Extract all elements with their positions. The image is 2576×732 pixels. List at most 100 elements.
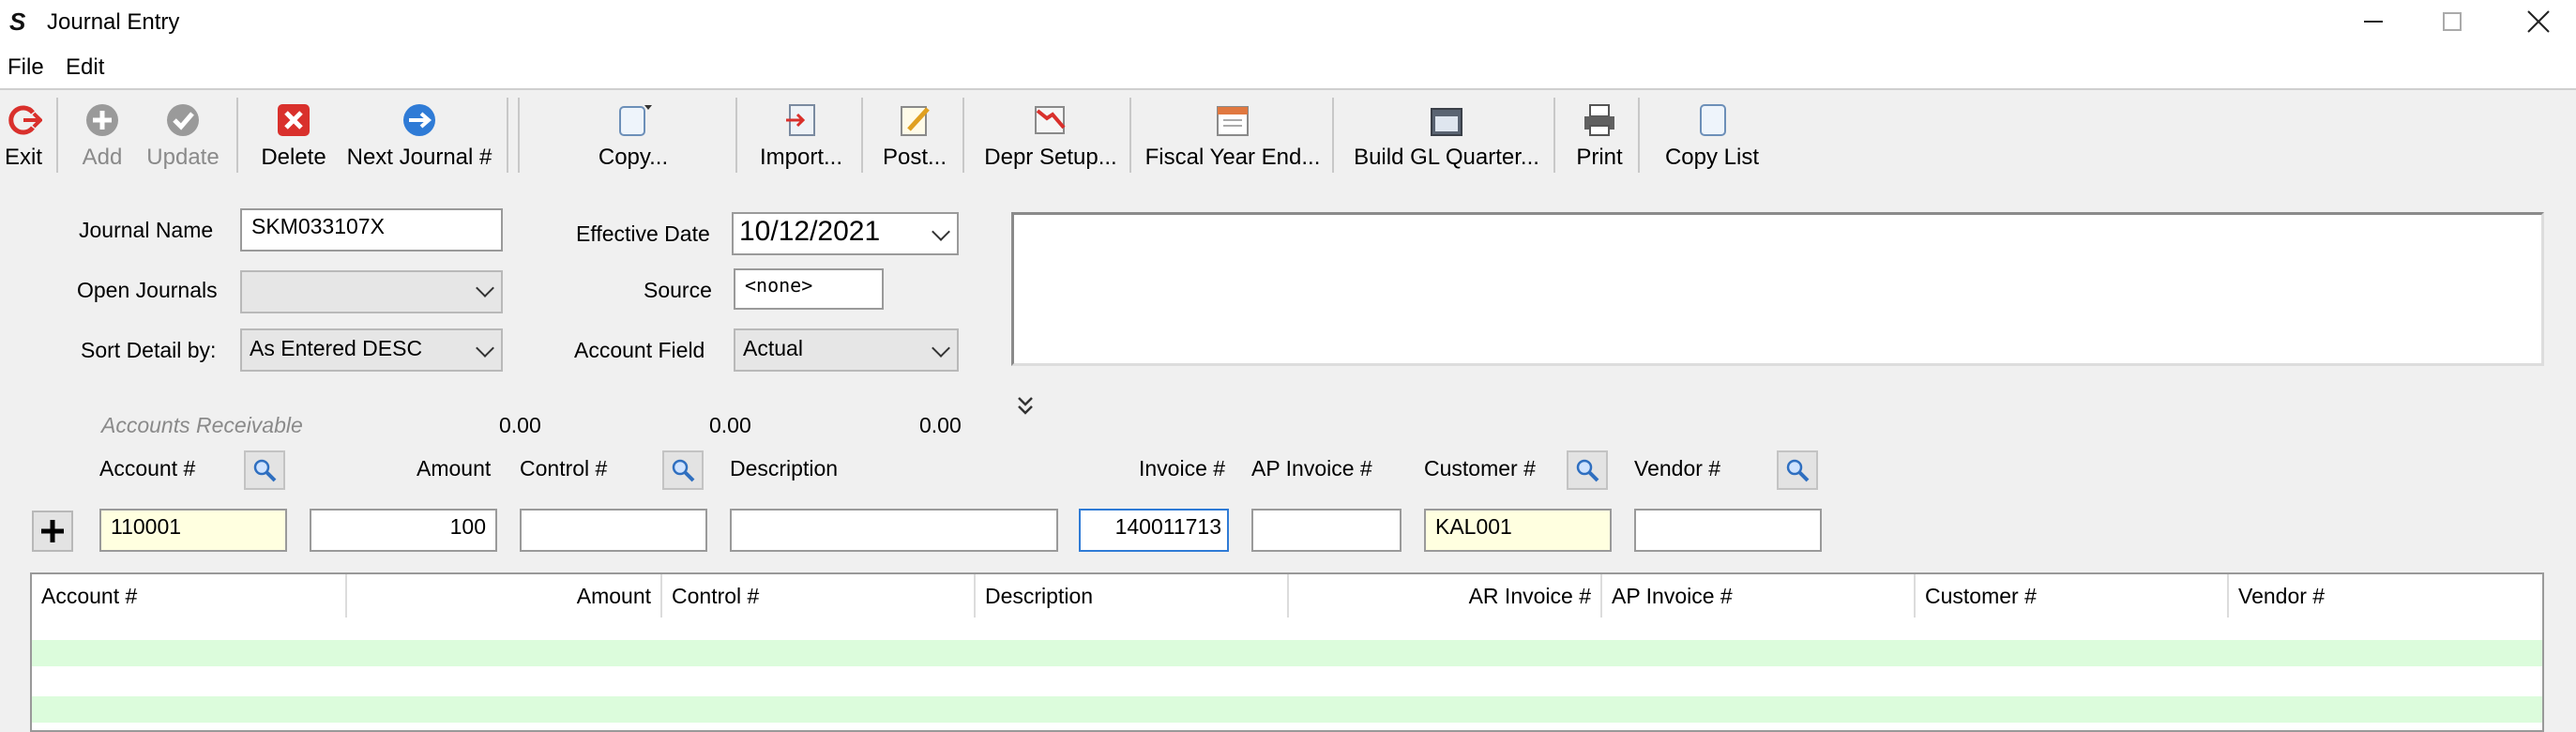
post-label: Post...: [882, 145, 947, 170]
delete-button[interactable]: Delete: [251, 94, 336, 171]
document-icon: [1700, 104, 1726, 136]
search-icon: [1786, 459, 1810, 482]
account-field-value: Actual: [743, 336, 803, 360]
table-row[interactable]: [32, 666, 2542, 693]
search-icon: [672, 459, 695, 482]
toolbar-separator: [735, 98, 737, 173]
customer-label: Customer #: [1424, 456, 1536, 480]
plus-icon: [41, 520, 64, 542]
col-header-vendor[interactable]: Vendor #: [2229, 574, 2542, 618]
amount-input[interactable]: 100: [310, 509, 497, 552]
chevron-down-icon: [476, 339, 494, 358]
customer-input[interactable]: KAL001: [1424, 509, 1612, 552]
journal-lines-grid[interactable]: Account # Amount Control # Description A…: [30, 572, 2544, 732]
col-header-customer[interactable]: Customer #: [1916, 574, 2229, 618]
fiscal-year-end-button[interactable]: Fiscal Year End...: [1144, 94, 1321, 171]
copy-icon: [619, 105, 652, 136]
vendor-input[interactable]: [1634, 509, 1822, 552]
exit-icon: [8, 105, 42, 135]
double-chevron-down-icon[interactable]: [1015, 394, 1036, 420]
customer-lookup-button[interactable]: [1567, 450, 1608, 490]
close-icon: [2527, 10, 2550, 33]
source-label: Source: [644, 278, 712, 302]
col-header-account[interactable]: Account #: [32, 574, 347, 618]
account-field-select[interactable]: Actual: [734, 328, 959, 372]
chevron-down-icon: [932, 339, 950, 358]
open-journals-label: Open Journals: [77, 278, 218, 302]
account-field-label: Account Field: [574, 338, 705, 362]
next-journal-button[interactable]: Next Journal #: [343, 94, 495, 171]
journal-name-input[interactable]: SKM033107X: [240, 208, 503, 252]
add-button[interactable]: Add: [69, 94, 135, 171]
menu-edit[interactable]: Edit: [66, 54, 104, 81]
toolbar-separator: [861, 98, 863, 173]
description-input[interactable]: [730, 509, 1058, 552]
post-button[interactable]: Post...: [872, 94, 957, 171]
copy-list-button[interactable]: Copy List: [1651, 94, 1773, 171]
notes-textarea[interactable]: [1011, 212, 2544, 366]
build-gl-quarter-button[interactable]: Build GL Quarter...: [1343, 94, 1550, 171]
maximize-icon: [2443, 12, 2462, 31]
effective-date-input[interactable]: 10/12/2021: [732, 212, 959, 255]
total-2: 0.00: [709, 413, 751, 437]
col-header-amount[interactable]: Amount: [347, 574, 662, 618]
maximize-button[interactable]: [2405, 0, 2499, 43]
update-button[interactable]: Update: [141, 94, 225, 171]
toolbar-separator: [1553, 98, 1555, 173]
minimize-icon: [2364, 21, 2383, 23]
account-input[interactable]: 110001: [99, 509, 287, 552]
import-icon: [786, 104, 815, 136]
control-label: Control #: [520, 456, 608, 480]
next-journal-label: Next Journal #: [346, 145, 492, 170]
account-lookup-button[interactable]: [244, 450, 285, 490]
col-header-control[interactable]: Control #: [662, 574, 976, 618]
vendor-lookup-button[interactable]: [1777, 450, 1818, 490]
add-label: Add: [82, 145, 123, 170]
table-row[interactable]: [32, 640, 2542, 666]
print-button[interactable]: Print: [1565, 94, 1634, 171]
close-button[interactable]: [2492, 0, 2576, 43]
depr-setup-button[interactable]: Depr Setup...: [976, 94, 1126, 171]
search-icon: [1576, 459, 1599, 482]
open-journals-select[interactable]: [240, 270, 503, 313]
copy-button[interactable]: Copy...: [582, 94, 685, 171]
depr-setup-label: Depr Setup...: [984, 145, 1117, 170]
toolbar-separator: [507, 98, 508, 173]
import-label: Import...: [759, 145, 843, 170]
col-header-ap-invoice[interactable]: AP Invoice #: [1602, 574, 1916, 618]
add-line-button[interactable]: [32, 511, 73, 552]
toolbar-separator: [1129, 98, 1131, 173]
checkmark-icon: [167, 104, 199, 136]
journal-name-label: Journal Name: [79, 218, 214, 242]
window-title: Journal Entry: [47, 9, 180, 35]
fiscal-year-end-label: Fiscal Year End...: [1144, 145, 1321, 170]
import-button[interactable]: Import...: [749, 94, 854, 171]
invoice-input[interactable]: 140011713: [1079, 509, 1229, 552]
chevron-down-icon: [932, 222, 950, 241]
menu-bar: [0, 45, 2576, 90]
sort-detail-select[interactable]: As Entered DESC: [240, 328, 503, 372]
app-logo-icon: S: [9, 8, 26, 36]
table-row[interactable]: [32, 696, 2542, 723]
exit-button[interactable]: Exit: [0, 94, 47, 171]
print-label: Print: [1576, 145, 1623, 170]
ap-invoice-input[interactable]: [1251, 509, 1402, 552]
col-header-description[interactable]: Description: [976, 574, 1289, 618]
account-label: Account #: [99, 456, 196, 480]
effective-date-value: 10/12/2021: [739, 216, 881, 247]
ap-invoice-label: AP Invoice #: [1251, 456, 1372, 480]
chart-down-icon: [1035, 106, 1066, 134]
menu-file[interactable]: File: [8, 54, 44, 81]
toolbar-separator: [236, 98, 238, 173]
update-label: Update: [146, 145, 220, 170]
toolbar-separator: [1638, 98, 1640, 173]
accounts-receivable-caption: Accounts Receivable: [101, 413, 303, 437]
control-lookup-button[interactable]: [662, 450, 704, 490]
source-input[interactable]: <none>: [734, 268, 884, 310]
calendar-icon: [1217, 106, 1249, 136]
effective-date-label: Effective Date: [576, 221, 710, 246]
sort-detail-value: As Entered DESC: [250, 336, 423, 360]
col-header-ar-invoice[interactable]: AR Invoice #: [1289, 574, 1602, 618]
control-input[interactable]: [520, 509, 707, 552]
invoice-label: Invoice #: [1139, 456, 1226, 480]
